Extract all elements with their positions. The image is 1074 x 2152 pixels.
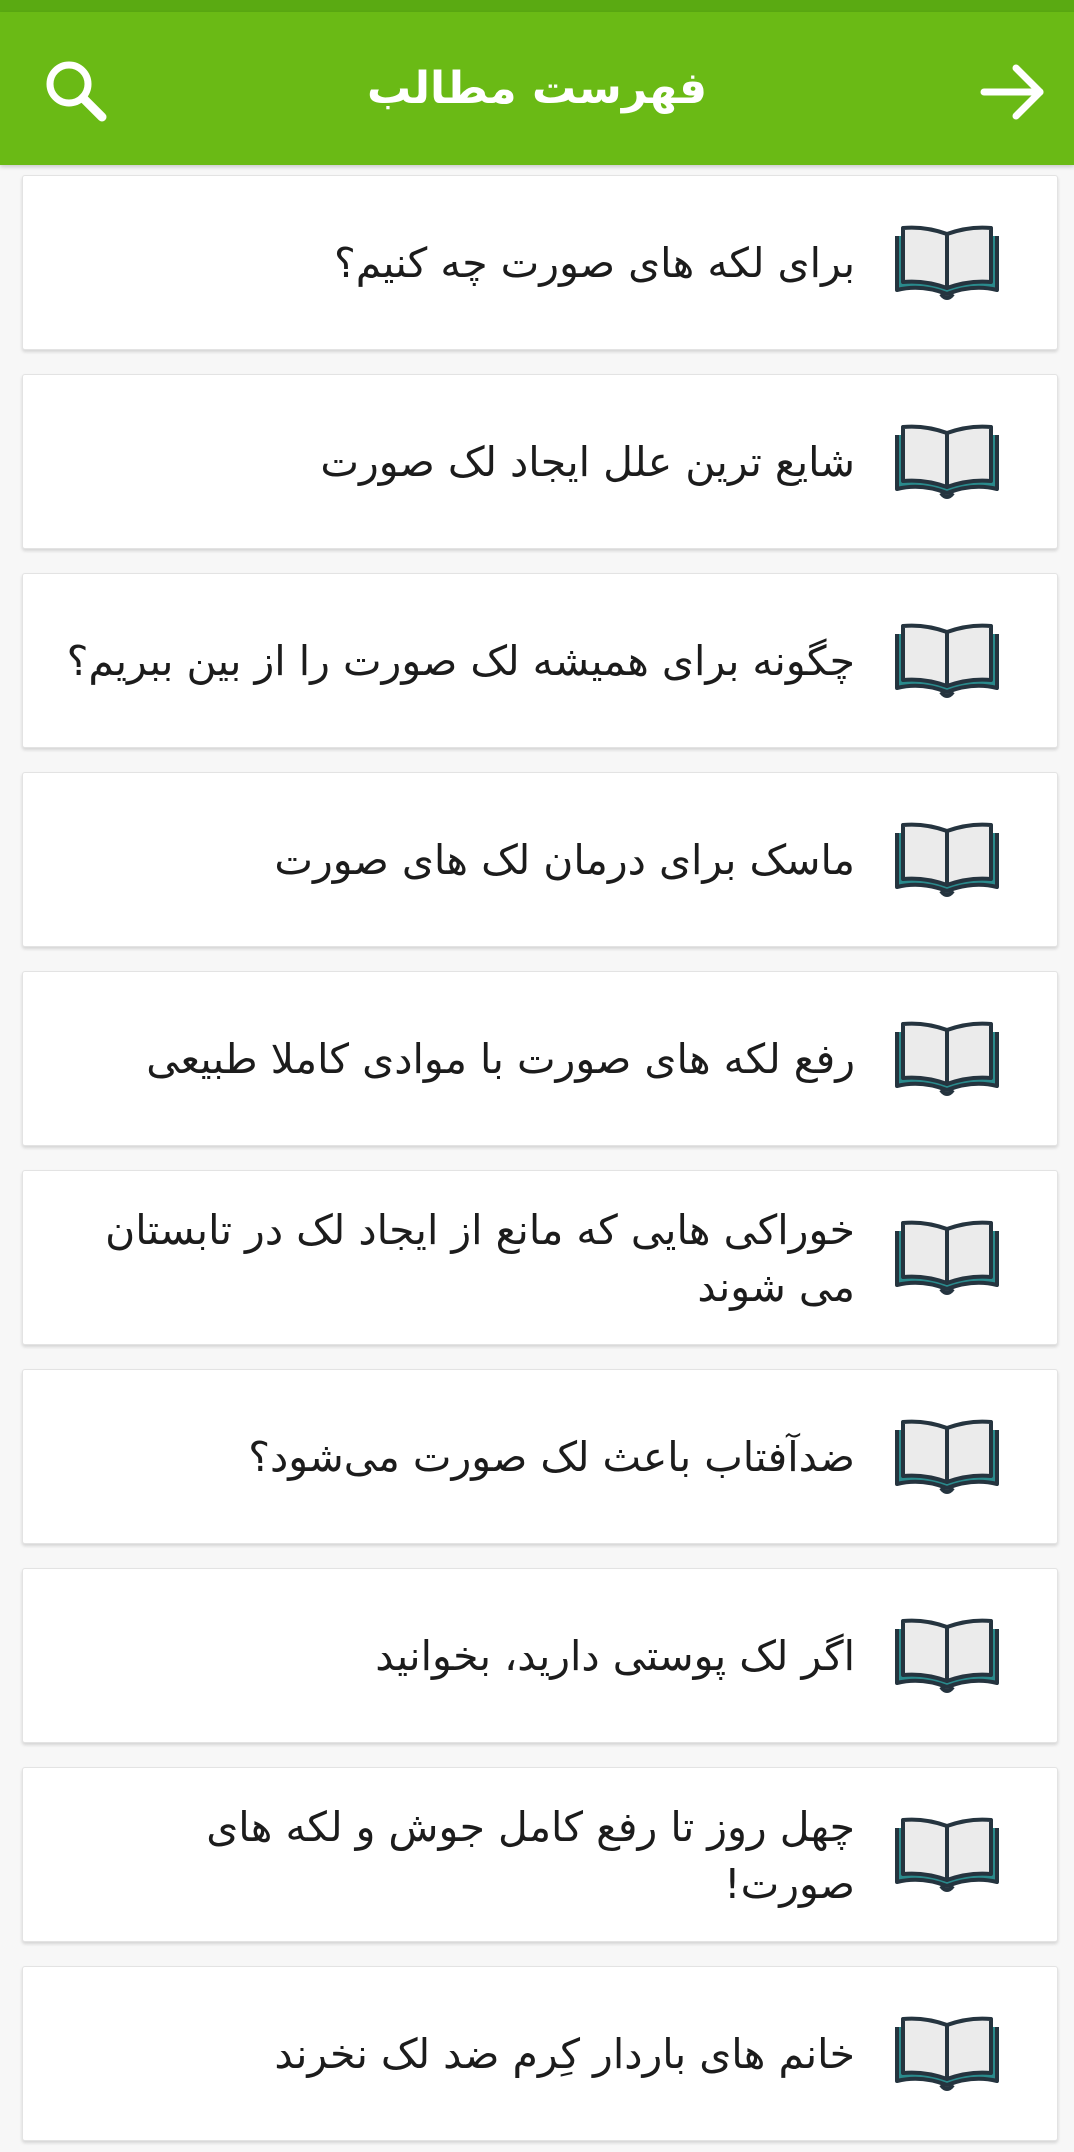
open-book-icon (891, 1816, 1003, 1896)
open-book-icon (891, 1617, 1003, 1697)
open-book-icon (891, 622, 1003, 702)
open-book-icon (891, 2015, 1003, 2095)
list-item-label: اگر لک پوستی دارید، بخوانید (375, 1632, 855, 1680)
list-item[interactable]: اگر لک پوستی دارید، بخوانید (22, 1568, 1058, 1743)
list-item-label: خوراکی هایی که مانع از ایجاد لک در تابست… (105, 1205, 855, 1311)
list-item[interactable]: ماسک برای درمان لک های صورت (22, 772, 1058, 947)
app-bar: فهرست مطالب (0, 12, 1074, 165)
list-item[interactable]: خانم های باردار کِرم ضد لک نخرند (22, 1966, 1058, 2141)
page-title: فهرست مطالب (366, 63, 708, 114)
list-item[interactable]: برای لکه های صورت چه کنیم؟ (22, 175, 1058, 350)
open-book-icon (891, 1219, 1003, 1299)
list-item-label: ماسک برای درمان لک های صورت (274, 836, 855, 884)
list-item-label: خانم های باردار کِرم ضد لک نخرند (274, 2030, 855, 2078)
list-item[interactable]: چگونه برای همیشه لک صورت را از بین ببریم… (22, 573, 1058, 748)
list-item-label: شایع ترین علل ایجاد لک صورت (320, 438, 855, 486)
status-bar (0, 0, 1074, 12)
open-book-icon (891, 224, 1003, 304)
list-item-label: برای لکه های صورت چه کنیم؟ (333, 239, 855, 287)
open-book-icon (891, 423, 1003, 503)
list-item[interactable]: شایع ترین علل ایجاد لک صورت (22, 374, 1058, 549)
list-item[interactable]: ضدآفتاب باعث لک صورت می‌شود؟ (22, 1369, 1058, 1544)
open-book-icon (891, 821, 1003, 901)
list-item[interactable]: رفع لکه های صورت با موادی کاملا طبیعی (22, 971, 1058, 1146)
list-item[interactable]: خوراکی هایی که مانع از ایجاد لک در تابست… (22, 1170, 1058, 1345)
arrow-right-icon[interactable] (978, 62, 1048, 122)
list-item[interactable]: چهل روز تا رفع کامل جوش و لکه های صورت! (22, 1767, 1058, 1942)
list-item-label: چگونه برای همیشه لک صورت را از بین ببریم… (66, 637, 855, 685)
list-item-label: ضدآفتاب باعث لک صورت می‌شود؟ (248, 1433, 855, 1481)
list-item-label: رفع لکه های صورت با موادی کاملا طبیعی (146, 1035, 855, 1083)
open-book-icon (891, 1020, 1003, 1100)
list-item-label: چهل روز تا رفع کامل جوش و لکه های صورت! (206, 1802, 855, 1908)
open-book-icon (891, 1418, 1003, 1498)
